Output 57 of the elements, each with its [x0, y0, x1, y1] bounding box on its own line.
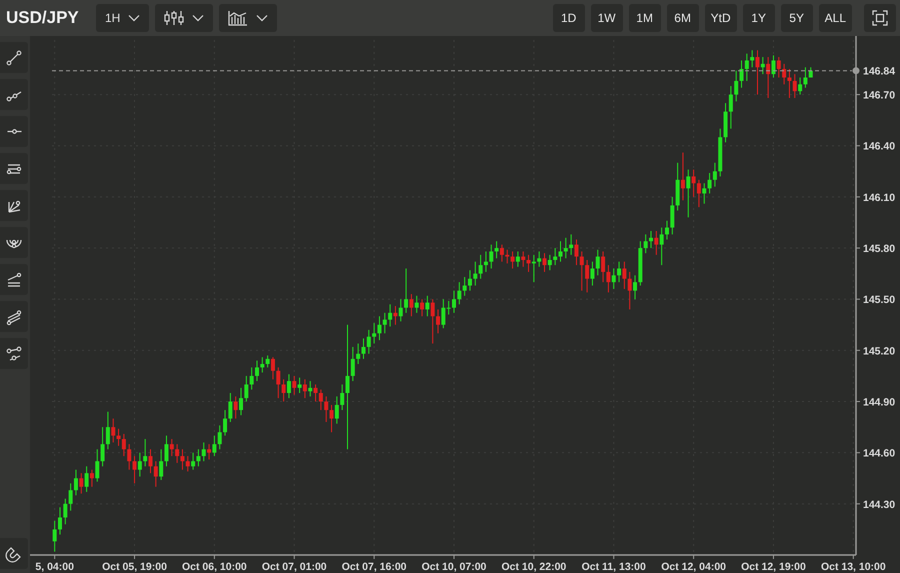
- drawing-tool-button[interactable]: [0, 264, 28, 295]
- axis-label: 145.50: [863, 294, 896, 306]
- axis-label: 146.40: [863, 140, 896, 153]
- axis-label: 146.70: [863, 90, 896, 102]
- candlestick-icon: [164, 10, 184, 26]
- axis-label: 145.20: [863, 345, 896, 358]
- connected-points-icon: [5, 344, 23, 362]
- magnet-button[interactable]: [0, 538, 28, 569]
- range-button[interactable]: 1Y: [742, 4, 775, 32]
- chart-type-dropdown[interactable]: [155, 4, 214, 32]
- magnet-icon: [5, 544, 23, 562]
- drawing-tool-button[interactable]: [0, 79, 28, 110]
- caret-icon: [128, 14, 140, 22]
- drawing-tool-button[interactable]: [0, 116, 28, 147]
- axis-label: Oct 12, 19:00: [741, 561, 806, 573]
- axis-label: 144.60: [863, 448, 896, 460]
- trend-line-icon: [5, 48, 23, 66]
- price-marker: [852, 67, 860, 74]
- range-button[interactable]: 6M: [666, 4, 699, 32]
- drawing-tool-button[interactable]: [0, 153, 28, 184]
- axis-label: 5, 04:00: [35, 561, 74, 573]
- symbol-title: USD/JPY: [6, 8, 80, 28]
- channel-icon: [5, 308, 23, 326]
- retracement-icon: [5, 270, 23, 288]
- axis-label: 144.30: [863, 498, 896, 511]
- range-button[interactable]: 1D: [552, 4, 585, 32]
- caret-icon: [192, 14, 204, 22]
- axis-label: Oct 11, 13:00: [582, 561, 646, 573]
- range-button[interactable]: ALL: [818, 4, 852, 32]
- drawing-tool-button[interactable]: [0, 190, 28, 221]
- range-button[interactable]: 5Y: [780, 4, 813, 32]
- axis-label: Oct 13, 10:00: [820, 561, 886, 573]
- axis-label: 144.90: [863, 396, 896, 409]
- axis-label: Oct 06, 10:00: [182, 561, 247, 573]
- chart-icon: [228, 10, 248, 26]
- axis-label: Oct 12, 04:00: [661, 561, 726, 573]
- range-button[interactable]: YtD: [704, 4, 737, 32]
- indicators-dropdown[interactable]: [219, 4, 278, 32]
- axis-label: Oct 10, 22:00: [501, 561, 566, 573]
- caret-icon: [256, 14, 268, 22]
- drawing-tool-button[interactable]: [0, 338, 28, 369]
- axis-label: Oct 05, 19:00: [102, 561, 167, 573]
- drawing-tool-button[interactable]: [0, 301, 28, 332]
- horizontal-line-icon: [6, 129, 22, 134]
- axis-label: Oct 10, 07:00: [422, 561, 486, 573]
- drawing-tool-button[interactable]: [0, 42, 28, 73]
- drawing-tool-button[interactable]: [0, 227, 28, 258]
- interval-dropdown[interactable]: 1H: [96, 4, 150, 32]
- range-button[interactable]: 1W: [590, 4, 623, 32]
- fullscreen-icon: [872, 10, 888, 26]
- axis-label: 146.10: [863, 192, 896, 204]
- axis-label: 145.80: [863, 243, 896, 256]
- range-button[interactable]: 1M: [628, 4, 661, 32]
- price-label: 146.84: [863, 66, 896, 78]
- fullscreen-button[interactable]: [864, 4, 896, 32]
- axis-label: Oct 07, 16:00: [342, 561, 407, 573]
- axis-label: Oct 07, 01:00: [262, 561, 327, 573]
